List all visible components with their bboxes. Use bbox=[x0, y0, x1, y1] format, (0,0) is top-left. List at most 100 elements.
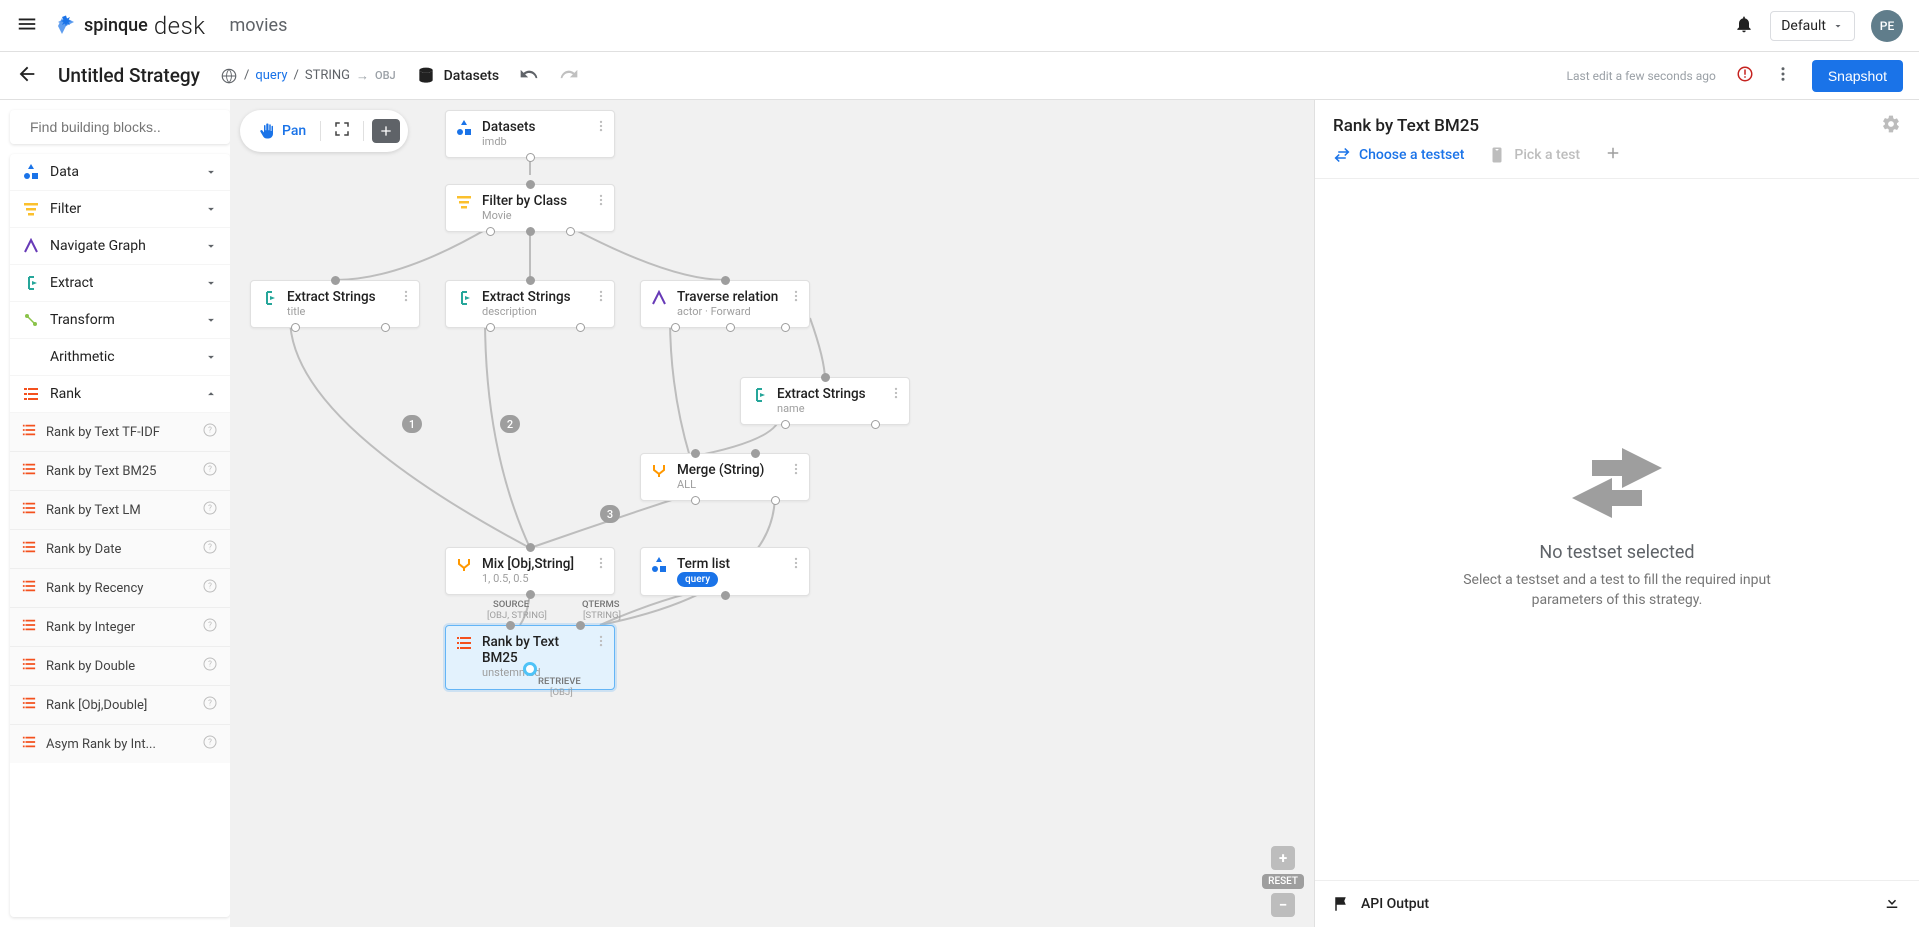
notifications-icon[interactable] bbox=[1734, 14, 1754, 38]
brand-logo[interactable]: spinque desk bbox=[54, 12, 206, 40]
choose-testset-button[interactable]: Choose a testset bbox=[1333, 146, 1464, 164]
breadcrumb[interactable]: / query / STRING → OBJ bbox=[220, 67, 396, 85]
zoom-in-button[interactable]: + bbox=[1271, 846, 1295, 870]
node-more-icon[interactable] bbox=[594, 193, 608, 211]
rank-item[interactable]: Rank by Double? bbox=[10, 647, 230, 686]
hamburger-icon[interactable] bbox=[16, 13, 38, 39]
snapshot-button[interactable]: Snapshot bbox=[1812, 60, 1903, 92]
extract-icon bbox=[456, 290, 474, 310]
node-more-icon[interactable] bbox=[594, 119, 608, 137]
help-icon[interactable]: ? bbox=[202, 422, 218, 442]
inspector-title: Rank by Text BM25 bbox=[1333, 116, 1881, 136]
search-input[interactable] bbox=[30, 119, 211, 135]
rank-item[interactable]: Rank by Text BM25? bbox=[10, 452, 230, 491]
data-icon bbox=[22, 164, 40, 180]
chevron-down-icon bbox=[1832, 20, 1844, 32]
help-icon[interactable]: ? bbox=[202, 695, 218, 715]
node-rank-bm25[interactable]: Rank by Text BM25unstemmed bbox=[445, 625, 615, 690]
svg-text:3: 3 bbox=[607, 508, 613, 521]
undo-icon[interactable] bbox=[519, 64, 539, 88]
help-icon[interactable]: ? bbox=[202, 500, 218, 520]
last-edit-text: Last edit a few seconds ago bbox=[1567, 69, 1716, 83]
node-filter[interactable]: Filter by ClassMovie bbox=[445, 184, 615, 232]
sidebar-category-arithmetic[interactable]: Arithmetic bbox=[10, 339, 230, 376]
node-more-icon[interactable] bbox=[399, 289, 413, 307]
filter-icon bbox=[456, 194, 474, 214]
help-icon[interactable]: ? bbox=[202, 461, 218, 481]
rank-item[interactable]: Rank by Text TF-IDF? bbox=[10, 413, 230, 452]
node-mix[interactable]: Mix [Obj,String]1, 0.5, 0.5 bbox=[445, 547, 615, 595]
node-more-icon[interactable] bbox=[594, 556, 608, 574]
sidebar-category-filter[interactable]: Filter bbox=[10, 191, 230, 228]
extract-icon bbox=[261, 290, 279, 310]
chevron-down-icon bbox=[204, 239, 218, 253]
flag-icon bbox=[1333, 895, 1351, 913]
database-icon bbox=[416, 66, 436, 86]
alert-icon[interactable] bbox=[1736, 65, 1754, 87]
download-icon[interactable] bbox=[1883, 893, 1901, 915]
help-icon[interactable]: ? bbox=[202, 617, 218, 637]
node-more-icon[interactable] bbox=[889, 386, 903, 404]
sidebar-category-extract[interactable]: Extract bbox=[10, 265, 230, 302]
help-icon[interactable]: ? bbox=[202, 578, 218, 598]
workspace-selector[interactable]: Default bbox=[1770, 11, 1855, 41]
node-more-icon[interactable] bbox=[789, 556, 803, 574]
node-term-list[interactable]: Term listquery bbox=[640, 547, 810, 596]
rank-item[interactable]: Rank by Recency? bbox=[10, 569, 230, 608]
sidebar-category-navigate[interactable]: Navigate Graph bbox=[10, 228, 230, 265]
sidebar-category-data[interactable]: Data bbox=[10, 154, 230, 191]
rank-item[interactable]: Rank by Integer? bbox=[10, 608, 230, 647]
output-port[interactable] bbox=[523, 662, 537, 676]
more-vert-icon[interactable] bbox=[1774, 65, 1792, 87]
chevron-down-icon bbox=[204, 202, 218, 216]
gear-icon[interactable] bbox=[1881, 114, 1901, 138]
svg-text:2: 2 bbox=[507, 418, 513, 431]
brand-name: spinque bbox=[84, 15, 148, 36]
node-more-icon[interactable] bbox=[594, 634, 608, 652]
port-type: [OBJ] bbox=[550, 687, 573, 698]
node-extract-name[interactable]: Extract Stringsname bbox=[740, 377, 910, 425]
extract-icon bbox=[22, 275, 40, 291]
rank-icon bbox=[22, 540, 36, 558]
back-icon[interactable] bbox=[16, 63, 38, 89]
rank-item[interactable]: Rank by Date? bbox=[10, 530, 230, 569]
port-label: QTERMS bbox=[582, 599, 620, 610]
rank-item[interactable]: Asym Rank by Int...? bbox=[10, 725, 230, 763]
navigate-icon bbox=[651, 290, 669, 310]
sidebar-category-transform[interactable]: Transform bbox=[10, 302, 230, 339]
svg-text:?: ? bbox=[208, 660, 212, 669]
rank-item[interactable]: Rank [Obj,Double]? bbox=[10, 686, 230, 725]
help-icon[interactable]: ? bbox=[202, 539, 218, 559]
add-tab-icon[interactable] bbox=[1604, 144, 1622, 166]
rank-icon bbox=[22, 462, 36, 480]
chevron-down-icon bbox=[204, 276, 218, 290]
node-extract-title[interactable]: Extract Stringstitle bbox=[250, 280, 420, 328]
node-more-icon[interactable] bbox=[594, 289, 608, 307]
sidebar-category-rank[interactable]: Rank bbox=[10, 376, 230, 413]
node-more-icon[interactable] bbox=[789, 289, 803, 307]
node-datasets[interactable]: Datasetsimdb bbox=[445, 110, 615, 158]
zoom-reset-button[interactable]: RESET bbox=[1262, 874, 1304, 889]
node-more-icon[interactable] bbox=[789, 462, 803, 480]
node-extract-desc[interactable]: Extract Stringsdescription bbox=[445, 280, 615, 328]
data-icon bbox=[456, 120, 474, 140]
datasets-button[interactable]: Datasets bbox=[416, 66, 499, 86]
node-merge[interactable]: Merge (String)ALL bbox=[640, 453, 810, 501]
pan-tool[interactable]: Pan bbox=[248, 118, 316, 144]
help-icon[interactable]: ? bbox=[202, 656, 218, 676]
help-icon[interactable]: ? bbox=[202, 734, 218, 754]
api-output-label: API Output bbox=[1361, 896, 1873, 912]
strategy-title[interactable]: Untitled Strategy bbox=[58, 64, 200, 87]
chevron-up-icon bbox=[204, 387, 218, 401]
app-title: movies bbox=[230, 15, 288, 36]
rank-icon bbox=[22, 735, 36, 753]
add-block-button[interactable] bbox=[372, 119, 400, 143]
node-traverse[interactable]: Traverse relationactor · Forward bbox=[640, 280, 810, 328]
user-avatar[interactable]: PE bbox=[1871, 10, 1903, 42]
rank-item[interactable]: Rank by Text LM? bbox=[10, 491, 230, 530]
workspace-name: Default bbox=[1781, 18, 1826, 34]
search-box[interactable] bbox=[10, 110, 230, 144]
canvas[interactable]: 1 2 3 Pan Datasetsimdb Filter by ClassMo bbox=[230, 100, 1314, 927]
fit-screen-icon[interactable] bbox=[325, 116, 359, 146]
zoom-out-button[interactable]: − bbox=[1271, 893, 1295, 917]
